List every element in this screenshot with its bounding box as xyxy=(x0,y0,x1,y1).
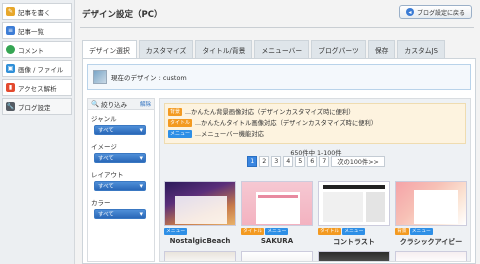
current-design-box: 現在のデザイン : custom xyxy=(87,64,471,90)
tab-menu-bar[interactable]: メニューバー xyxy=(254,40,310,58)
sidebar-item-comments[interactable]: コメント xyxy=(2,41,72,58)
color-select[interactable]: すべて xyxy=(94,209,146,219)
page-button-1[interactable]: 1 xyxy=(247,156,258,167)
pencil-icon: ✎ xyxy=(6,7,15,16)
design-tags: メニュー xyxy=(164,227,236,236)
tag-background: 背景 xyxy=(395,228,409,235)
title-divider xyxy=(80,27,474,28)
design-tags: タイトル メニュー xyxy=(241,227,313,236)
design-name[interactable]: コントラスト xyxy=(318,237,390,247)
page-button-6[interactable]: 6 xyxy=(307,156,318,167)
pagination: 1 2 3 4 5 6 7 次の100件>> xyxy=(160,156,470,167)
design-grid: メニュー NostalgicBeach タイトル メニュー SAKURA タイト… xyxy=(164,181,467,247)
page-title: デザイン設定（PC） xyxy=(82,10,163,20)
filter-label-image: イメージ xyxy=(91,143,117,151)
page-button-5[interactable]: 5 xyxy=(295,156,306,167)
design-name[interactable]: SAKURA xyxy=(241,237,313,245)
design-thumbnail[interactable] xyxy=(395,251,467,261)
tab-save[interactable]: 保存 xyxy=(367,40,396,58)
feature-legend: 背景 ...かんたん背景画像対応（デザインカスタマイズ時に便利） タイトル ..… xyxy=(164,103,466,144)
design-select-panel: 現在のデザイン : custom 🔍 絞り込み 解除 ジャンル すべて イメージ… xyxy=(82,58,476,264)
main-content: デザイン設定（PC） ◂ ブログ設定に戻る デザイン選択 カスタマイズ タイトル… xyxy=(76,0,480,264)
tab-custom-js[interactable]: カスタムJS xyxy=(397,40,445,58)
sidebar-item-images-files[interactable]: ▣ 画像 / ファイル xyxy=(2,60,72,77)
legend-text: ...メニューバー機能対応 xyxy=(195,131,264,138)
image-select[interactable]: すべて xyxy=(94,153,146,163)
legend-item-menu: メニュー ...メニューバー機能対応 xyxy=(168,128,462,139)
sidebar-item-label: 記事を書く xyxy=(18,8,51,17)
design-card-nostalgicbeach[interactable]: メニュー NostalgicBeach xyxy=(164,181,236,247)
tab-blog-parts[interactable]: ブログパーツ xyxy=(311,40,366,58)
search-icon: 🔍 xyxy=(91,100,100,108)
filter-label-genre: ジャンル xyxy=(91,115,117,123)
tab-title-background[interactable]: タイトル/背景 xyxy=(195,40,253,58)
tab-bar: デザイン選択 カスタマイズ タイトル/背景 メニューバー ブログパーツ 保存 カ… xyxy=(82,40,445,59)
genre-select[interactable]: すべて xyxy=(94,125,146,135)
tab-customize[interactable]: カスタマイズ xyxy=(138,40,194,58)
design-name[interactable]: NostalgicBeach xyxy=(164,237,236,245)
design-card-sakura[interactable]: タイトル メニュー SAKURA xyxy=(241,181,313,247)
page-button-3[interactable]: 3 xyxy=(271,156,282,167)
tag-menu: メニュー xyxy=(265,228,289,235)
design-grid-next-row xyxy=(164,251,467,261)
design-card-contrast[interactable]: タイトル メニュー コントラスト xyxy=(318,181,390,247)
sidebar-item-label: ブログ設定 xyxy=(18,103,51,112)
sidebar-item-write-post[interactable]: ✎ 記事を書く xyxy=(2,3,72,20)
legend-item-title: タイトル ...かんたんタイトル画像対応（デザインカスタマイズ時に便利） xyxy=(168,117,462,128)
design-card-classic-ivy[interactable]: 背景 メニュー クラシックアイビー xyxy=(395,181,467,247)
filter-label-layout: レイアウト xyxy=(91,171,124,179)
sidebar-item-label: アクセス解析 xyxy=(18,84,57,93)
sidebar-item-post-list[interactable]: ≡ 記事一覧 xyxy=(2,22,72,39)
comment-icon xyxy=(6,45,15,54)
tag-title: タイトル xyxy=(241,228,265,235)
legend-text: ...かんたんタイトル画像対応（デザインカスタマイズ時に便利） xyxy=(195,120,378,127)
wrench-icon: 🔧 xyxy=(6,102,15,111)
filter-label-color: カラー xyxy=(91,199,111,207)
filter-title: 絞り込み xyxy=(101,101,128,109)
design-thumbnail[interactable] xyxy=(395,181,467,226)
design-name[interactable]: クラシックアイビー xyxy=(395,237,467,247)
back-button-label: ブログ設定に戻る xyxy=(416,9,465,17)
tag-title: タイトル xyxy=(318,228,342,235)
sidebar-item-blog-settings[interactable]: 🔧 ブログ設定 xyxy=(2,98,72,115)
page-button-7[interactable]: 7 xyxy=(319,156,330,167)
back-to-blog-settings-button[interactable]: ◂ ブログ設定に戻る xyxy=(398,5,472,19)
tag-menu: メニュー xyxy=(409,228,433,235)
next-page-button[interactable]: 次の100件>> xyxy=(331,156,385,167)
design-thumbnail[interactable] xyxy=(241,251,313,261)
current-design-thumbnail xyxy=(93,70,107,84)
page-button-4[interactable]: 4 xyxy=(283,156,294,167)
sidebar-item-analytics[interactable]: ▮ アクセス解析 xyxy=(2,79,72,96)
legend-item-background: 背景 ...かんたん背景画像対応（デザインカスタマイズ時に便利） xyxy=(168,106,462,117)
chart-icon: ▮ xyxy=(6,83,15,92)
filter-panel: 🔍 絞り込み 解除 ジャンル すべて イメージ すべて レイアウト すべて カラ… xyxy=(87,98,155,262)
page-button-2[interactable]: 2 xyxy=(259,156,270,167)
design-thumbnail[interactable] xyxy=(318,251,390,261)
legend-text: ...かんたん背景画像対応（デザインカスタマイズ時に便利） xyxy=(185,109,355,116)
badge-background: 背景 xyxy=(168,107,183,116)
design-thumbnail[interactable] xyxy=(318,181,390,226)
badge-title: タイトル xyxy=(168,118,193,127)
sidebar: ✎ 記事を書く ≡ 記事一覧 コメント ▣ 画像 / ファイル ▮ アクセス解析… xyxy=(0,0,75,264)
tag-menu: メニュー xyxy=(164,228,188,235)
list-icon: ≡ xyxy=(6,26,15,35)
sidebar-item-label: 記事一覧 xyxy=(18,27,44,36)
design-tags: 背景 メニュー xyxy=(395,227,467,236)
image-icon: ▣ xyxy=(6,64,15,73)
sidebar-item-label: コメント xyxy=(18,46,44,55)
design-thumbnail[interactable] xyxy=(164,251,236,261)
arrow-left-icon: ◂ xyxy=(405,8,414,16)
filter-reset-link[interactable]: 解除 xyxy=(140,100,151,108)
design-thumbnail[interactable] xyxy=(164,181,236,226)
badge-menu: メニュー xyxy=(168,129,193,138)
sidebar-item-label: 画像 / ファイル xyxy=(18,65,64,74)
filter-header: 🔍 絞り込み 解除 xyxy=(88,99,154,110)
tag-menu: メニュー xyxy=(342,228,366,235)
design-results: 背景 ...かんたん背景画像対応（デザインカスタマイズ時に便利） タイトル ..… xyxy=(159,98,471,262)
current-design-label: 現在のデザイン : custom xyxy=(111,74,187,82)
design-thumbnail[interactable] xyxy=(241,181,313,226)
tab-design-select[interactable]: デザイン選択 xyxy=(82,40,137,59)
layout-select[interactable]: すべて xyxy=(94,181,146,191)
design-tags: タイトル メニュー xyxy=(318,227,390,236)
